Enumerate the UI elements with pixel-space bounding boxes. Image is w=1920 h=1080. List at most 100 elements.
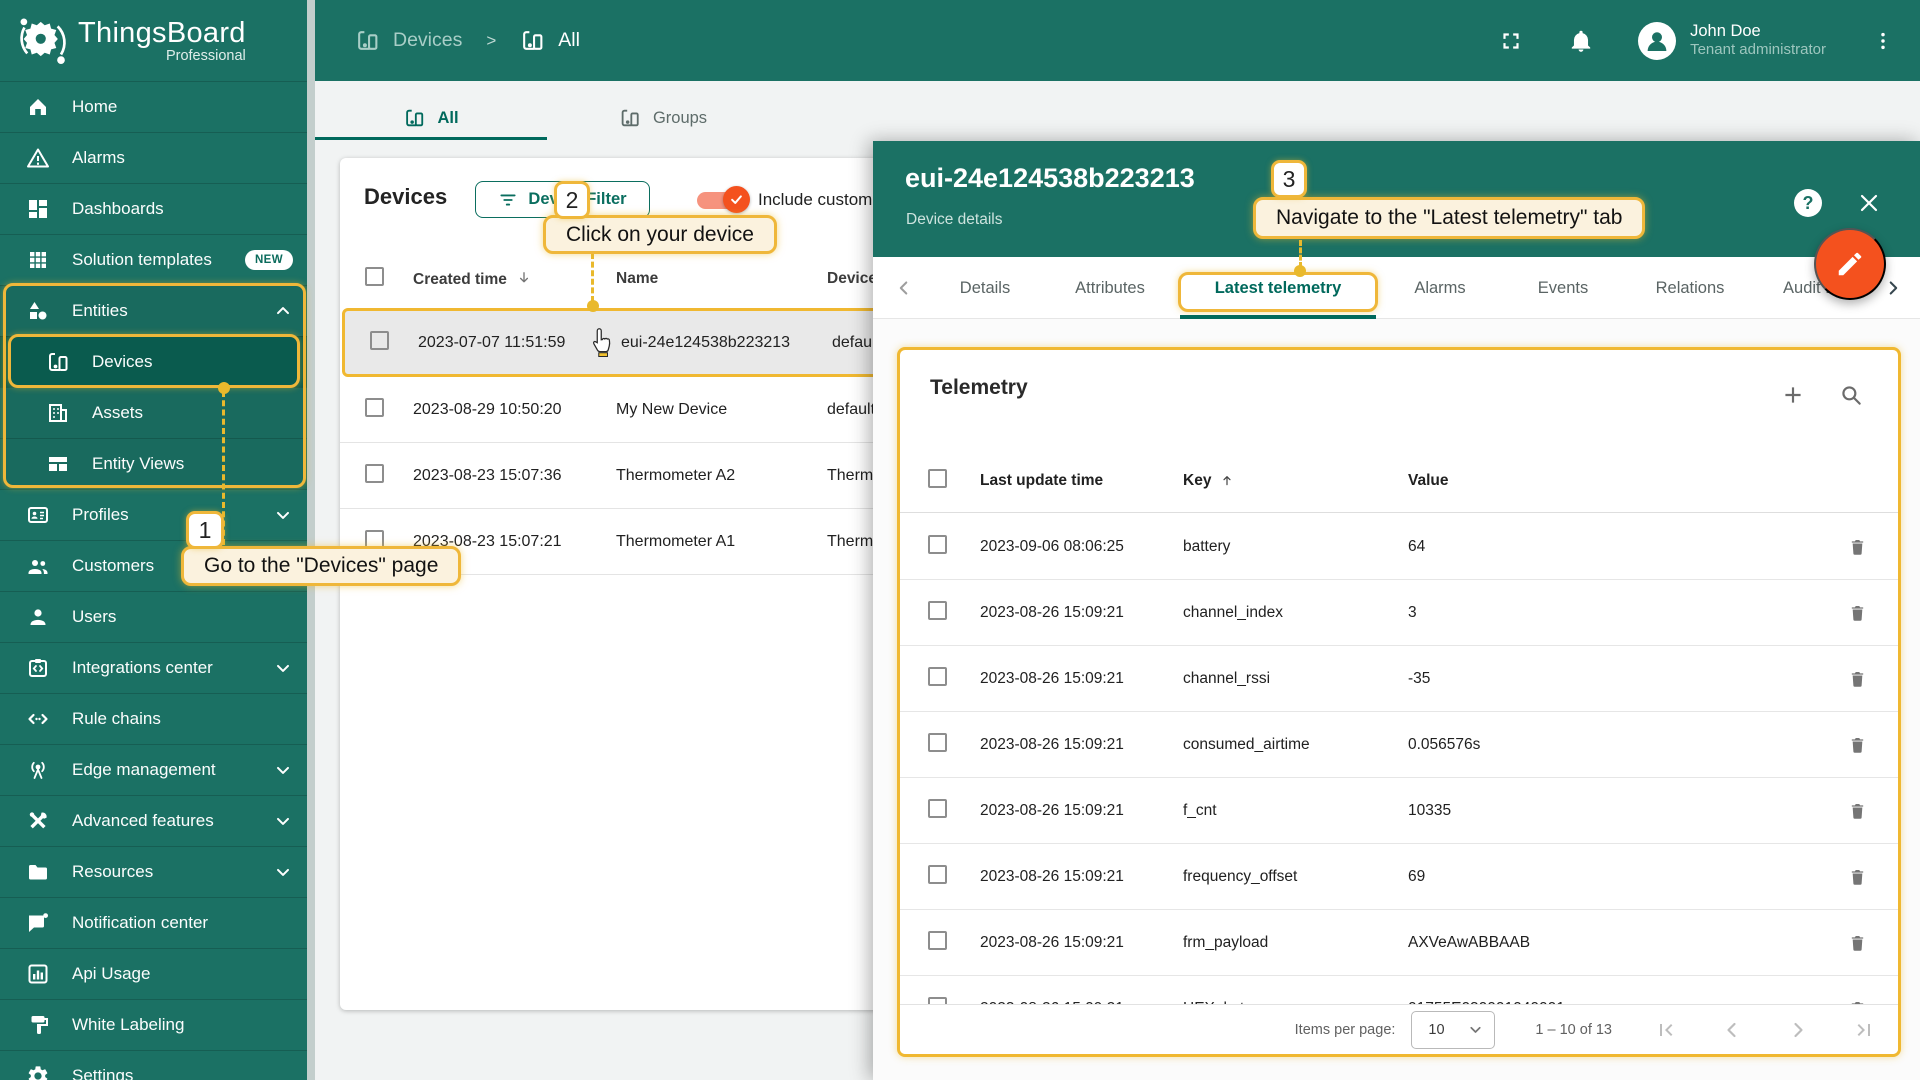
telemetry-row[interactable]: 2023-08-26 15:09:21 frequency_offset 69 xyxy=(900,844,1898,910)
sort-desc-icon xyxy=(515,269,533,287)
column-value[interactable]: Value xyxy=(1408,472,1449,490)
app-logo[interactable]: ThingsBoard Professional xyxy=(0,0,307,81)
tab-latest-telemetry[interactable]: Latest telemetry xyxy=(1215,257,1342,319)
sidebar-item-solution-templates[interactable]: Solution templates NEW xyxy=(0,234,307,285)
telemetry-row[interactable]: 2023-08-26 15:09:21 f_cnt 10335 xyxy=(900,778,1898,844)
telemetry-value: 10335 xyxy=(1408,801,1452,819)
delete-icon[interactable] xyxy=(1847,734,1868,755)
next-page-icon[interactable] xyxy=(1786,1018,1810,1042)
close-icon[interactable] xyxy=(1857,191,1881,215)
telemetry-row[interactable]: 2023-08-26 15:09:21 channel_rssi -35 xyxy=(900,646,1898,712)
row-checkbox[interactable] xyxy=(928,930,947,950)
include-customers-toggle-thumb[interactable] xyxy=(723,186,750,213)
help-button[interactable]: ? xyxy=(1794,189,1822,217)
filter-icon xyxy=(498,190,518,210)
column-created-time[interactable]: Created time xyxy=(413,269,533,289)
telemetry-row[interactable]: 2023-08-26 15:09:21 consumed_airtime 0.0… xyxy=(900,712,1898,778)
sidebar-item-resources[interactable]: Resources xyxy=(0,846,307,897)
select-all-checkbox[interactable] xyxy=(928,469,947,488)
previous-page-icon[interactable] xyxy=(1720,1018,1744,1042)
fullscreen-icon[interactable] xyxy=(1498,28,1524,54)
tab-alarms[interactable]: Alarms xyxy=(1414,257,1465,319)
tab-all[interactable]: All xyxy=(403,96,459,140)
telemetry-key: frequency_offset xyxy=(1183,867,1298,885)
telemetry-row[interactable]: 2023-09-06 08:06:25 battery 64 xyxy=(900,514,1898,580)
column-key[interactable]: Key xyxy=(1183,472,1235,490)
callout-1-anchor-dot xyxy=(218,382,230,394)
last-page-icon[interactable] xyxy=(1852,1018,1876,1042)
row-checkbox[interactable] xyxy=(928,798,947,818)
user-info[interactable]: John Doe Tenant administrator xyxy=(1690,21,1826,60)
select-all-checkbox[interactable] xyxy=(365,267,384,286)
sidebar-item-label: Alarms xyxy=(72,148,125,167)
sidebar-item-users[interactable]: Users xyxy=(0,591,307,642)
tabs-scroll-right-icon[interactable] xyxy=(1882,277,1904,299)
sidebar-item-alarms[interactable]: Alarms xyxy=(0,132,307,183)
telemetry-row[interactable]: 2023-08-26 15:09:21 frm_payload AXVeAwAB… xyxy=(900,910,1898,976)
sidebar-item-profiles[interactable]: Profiles xyxy=(0,489,307,540)
tab-relations[interactable]: Relations xyxy=(1656,257,1725,319)
tab-attributes[interactable]: Attributes xyxy=(1075,257,1145,319)
sidebar-scrollbar[interactable] xyxy=(307,0,315,1080)
devices-icon xyxy=(403,107,425,129)
sidebar-item-api-usage[interactable]: Api Usage xyxy=(0,948,307,999)
sidebar-item-advanced-features[interactable]: Advanced features xyxy=(0,795,307,846)
telemetry-time: 2023-09-06 08:06:25 xyxy=(980,537,1124,555)
sidebar-item-entities[interactable]: Entities xyxy=(0,285,307,336)
telemetry-key: frm_payload xyxy=(1183,933,1269,951)
delete-icon[interactable] xyxy=(1847,536,1868,557)
tabs-scroll-left-icon[interactable] xyxy=(893,277,915,299)
delete-icon[interactable] xyxy=(1847,866,1868,887)
items-per-page-label: Items per page: xyxy=(1294,1021,1396,1038)
first-page-icon[interactable] xyxy=(1654,1018,1678,1042)
delete-icon[interactable] xyxy=(1847,932,1868,953)
user-role: Tenant administrator xyxy=(1690,41,1826,59)
tab-groups[interactable]: Groups xyxy=(619,96,707,140)
delete-icon[interactable] xyxy=(1847,602,1868,623)
search-icon[interactable] xyxy=(1838,382,1864,408)
sidebar-item-devices[interactable]: Devices xyxy=(0,336,307,387)
sidebar-item-white-labeling[interactable]: White Labeling xyxy=(0,999,307,1050)
tab-details[interactable]: Details xyxy=(960,257,1010,319)
sidebar-item-label: Entity Views xyxy=(92,454,185,473)
row-checkbox[interactable] xyxy=(365,397,384,417)
breadcrumb-devices[interactable]: Devices xyxy=(355,28,462,53)
delete-icon[interactable] xyxy=(1847,668,1868,689)
tab-events[interactable]: Events xyxy=(1538,257,1588,319)
row-checkbox[interactable] xyxy=(928,732,947,752)
telemetry-key: battery xyxy=(1183,537,1231,555)
sidebar-item-label: Profiles xyxy=(72,505,129,524)
avatar[interactable] xyxy=(1638,21,1677,60)
add-telemetry-icon[interactable] xyxy=(1780,382,1806,408)
row-checkbox[interactable] xyxy=(928,534,947,554)
telemetry-value: 0.056576s xyxy=(1408,735,1481,753)
breadcrumb-all[interactable]: All xyxy=(520,28,580,53)
telemetry-row[interactable]: 2023-08-26 15:09:21 channel_index 3 xyxy=(900,580,1898,646)
sidebar-item-entity-views[interactable]: Entity Views xyxy=(0,438,307,489)
column-name[interactable]: Name xyxy=(616,270,658,288)
row-checkbox[interactable] xyxy=(365,463,384,483)
delete-icon[interactable] xyxy=(1847,800,1868,821)
sidebar-item-edge-management[interactable]: Edge management xyxy=(0,744,307,795)
sidebar-item-notification-center[interactable]: Notification center xyxy=(0,897,307,948)
callout-1-number: 1 xyxy=(186,511,224,549)
sidebar-item-home[interactable]: Home xyxy=(0,81,307,132)
row-checkbox[interactable] xyxy=(928,600,947,620)
sidebar-item-label: Dashboards xyxy=(72,199,164,218)
sidebar-item-integrations-center[interactable]: Integrations center xyxy=(0,642,307,693)
row-checkbox[interactable] xyxy=(928,666,947,686)
edit-device-fab[interactable] xyxy=(1814,228,1886,300)
column-last-update-time[interactable]: Last update time xyxy=(980,472,1103,490)
row-checkbox[interactable] xyxy=(928,864,947,884)
kebab-menu-icon[interactable] xyxy=(1872,30,1894,52)
notifications-bell-icon[interactable] xyxy=(1568,28,1594,54)
sidebar-item-dashboards[interactable]: Dashboards xyxy=(0,183,307,234)
sidebar-item-settings[interactable]: Settings xyxy=(0,1050,307,1080)
row-checkbox[interactable] xyxy=(370,330,389,350)
sidebar-item-rule-chains[interactable]: Rule chains xyxy=(0,693,307,744)
sidebar-item-label: Home xyxy=(72,97,118,116)
telemetry-time: 2023-08-26 15:09:21 xyxy=(980,933,1124,951)
items-per-page-select[interactable]: 10 xyxy=(1411,1010,1496,1049)
sidebar-item-assets[interactable]: Assets xyxy=(0,387,307,438)
breadcrumb-label: Devices xyxy=(393,29,463,51)
